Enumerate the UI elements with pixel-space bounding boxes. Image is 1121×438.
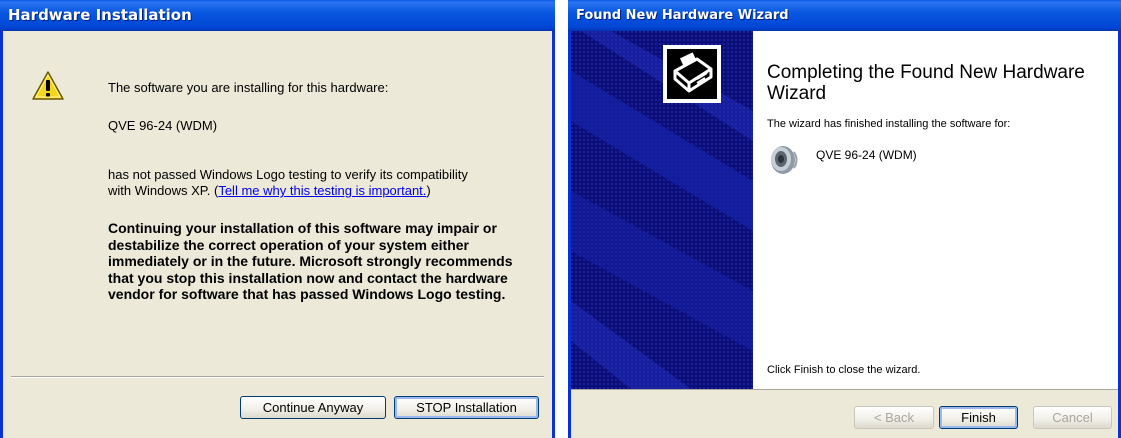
warning-text: Continuing your installation of this sof… [108, 220, 513, 302]
wizard-device-name: QVE 96-24 (WDM) [816, 148, 917, 162]
logo-testing-line2: with Windows XP. (Tell me why this testi… [108, 183, 431, 198]
wizard-titlebar[interactable]: Found New Hardware Wizard [568, 0, 1121, 31]
wizard-title: Found New Hardware Wizard [576, 8, 789, 23]
found-new-hardware-wizard: Found New Hardware Wizard Completing the… [568, 0, 1121, 438]
hardware-card-icon [673, 52, 713, 93]
hardware-installation-dialog: Hardware Installation The software you a… [0, 0, 555, 438]
back-button[interactable]: < Back [854, 406, 934, 429]
continue-anyway-button[interactable]: Continue Anyway [240, 396, 386, 419]
stop-installation-button[interactable]: STOP Installation [394, 396, 539, 419]
wizard-button-bar: < Back Finish Cancel [571, 389, 1118, 438]
finished-text: The wizard has finished installing the s… [767, 118, 1011, 130]
warning-icon [32, 71, 64, 100]
intro-text: The software you are installing for this… [108, 80, 389, 95]
logo-link-paren: (Tell me why this testing is important.) [213, 183, 431, 198]
logo-testing-text: has not passed Windows Logo testing to v… [108, 167, 468, 182]
cancel-button[interactable]: Cancel [1033, 406, 1112, 429]
logo-testing-text-2: with Windows XP. [108, 183, 211, 198]
wizard-footer-text: Click Finish to close the wizard. [767, 364, 921, 376]
wizard-side-panel [571, 31, 753, 389]
wizard-heading: Completing the Found New Hardware Wizard [767, 62, 1085, 104]
speaker-icon [771, 146, 798, 174]
wizard-graphic [571, 31, 753, 389]
dialog-title: Hardware Installation [8, 6, 192, 24]
device-name: QVE 96-24 (WDM) [108, 118, 218, 133]
testing-info-link[interactable]: Tell me why this testing is important. [218, 183, 426, 198]
finish-button[interactable]: Finish [939, 406, 1018, 429]
divider [11, 376, 544, 378]
hardware-installation-titlebar[interactable]: Hardware Installation [0, 0, 555, 31]
